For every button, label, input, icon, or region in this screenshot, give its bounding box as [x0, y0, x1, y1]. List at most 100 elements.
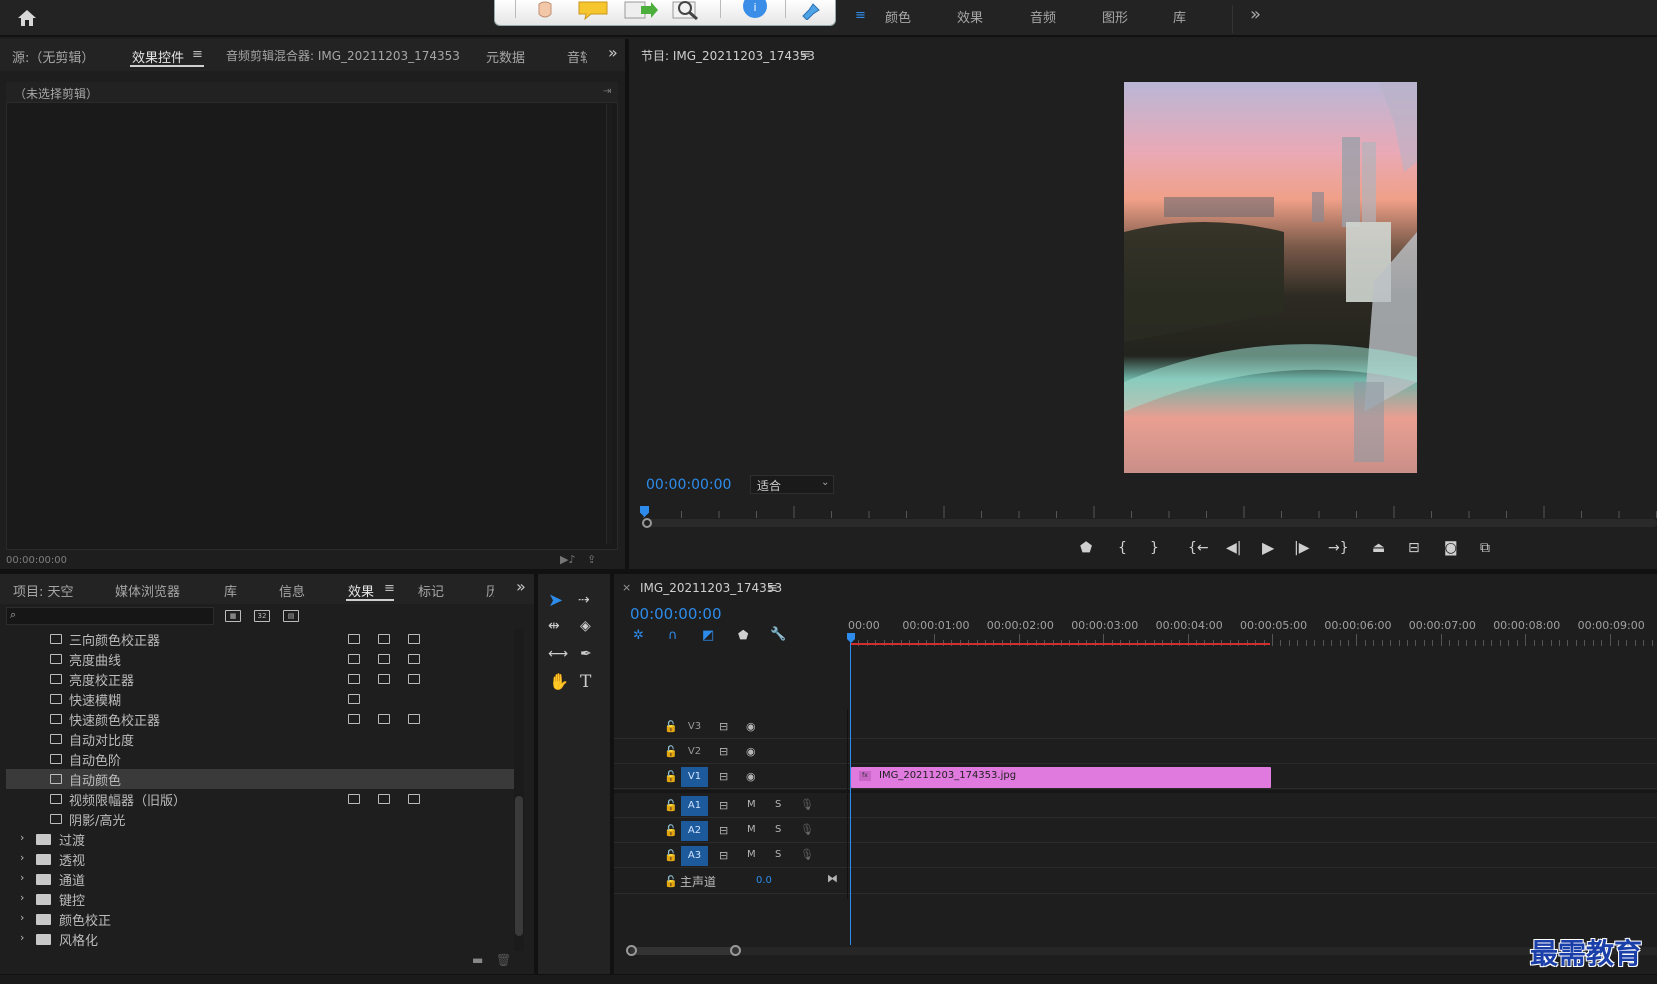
tab-markers[interactable]: 标记 [418, 581, 444, 600]
effects-search-input[interactable]: ⌕ [6, 607, 214, 625]
effect-item[interactable]: 阴影/高光 [6, 809, 515, 829]
timeline-zoom-handle-right[interactable] [730, 945, 741, 956]
effect-item[interactable]: 自动颜色 [6, 769, 515, 789]
tab-media-browser[interactable]: 媒体浏览器 [115, 581, 180, 600]
sequence-menu-icon[interactable]: ≡ [767, 581, 778, 596]
panel-overflow-icon[interactable]: » [608, 43, 618, 62]
eye-icon[interactable]: ◉ [746, 770, 756, 783]
workspace-overflow-icon[interactable]: » [1250, 4, 1261, 25]
solo-button[interactable]: S [775, 824, 781, 835]
chevron-right-icon[interactable]: › [20, 931, 24, 944]
chevron-right-icon[interactable]: › [20, 831, 24, 844]
track-target-a2[interactable]: A2 [681, 821, 708, 841]
effect-item[interactable]: 三向颜色校正器 [6, 629, 515, 649]
sync-lock-icon[interactable]: ⊟ [719, 824, 728, 837]
hand-tool-icon[interactable]: ✋ [549, 672, 569, 691]
workspace-tab-libraries[interactable]: 库 [1173, 7, 1186, 26]
play-icon[interactable]: ▶ [1262, 538, 1274, 557]
effect-item[interactable]: 快速颜色校正器 [6, 709, 515, 729]
add-marker-icon[interactable]: ⬟ [738, 628, 748, 642]
effects-folder-item[interactable]: › 过渡 [6, 829, 515, 849]
eye-icon[interactable]: ◉ [746, 720, 756, 733]
program-zoom-handle[interactable] [642, 518, 652, 528]
yuv-effects-filter-icon[interactable]: ▤ [283, 610, 299, 622]
new-bin-icon[interactable]: ▬ [472, 953, 483, 967]
timeline-settings-icon[interactable]: 🔧 [770, 627, 786, 642]
home-icon[interactable] [16, 8, 38, 28]
tab-info[interactable]: 信息 [279, 581, 305, 600]
step-back-icon[interactable]: ◀| [1226, 540, 1241, 556]
tab-history[interactable]: 历史 [486, 581, 494, 600]
tab-audio-track[interactable]: 音轨 [567, 47, 587, 66]
fit-dropdown[interactable]: 适合 ⌄ [750, 475, 834, 494]
comparison-view-icon[interactable]: ⧉ [1480, 540, 1490, 556]
workspace-tab-color[interactable]: 颜色 [885, 7, 911, 26]
program-monitor-menu-icon[interactable]: ≡ [800, 47, 811, 62]
effect-item[interactable]: 自动对比度 [6, 729, 515, 749]
workspace-tab-audio[interactable]: 音频 [1030, 7, 1056, 26]
master-volume-value[interactable]: 0.0 [756, 875, 772, 886]
video-clip[interactable]: fx IMG_20211203_174353.jpg [851, 767, 1271, 788]
mute-button[interactable]: M [747, 799, 756, 810]
track-target-a3[interactable]: A3 [681, 846, 708, 866]
program-monitor-title[interactable]: 节目: IMG_20211203_174353 [641, 47, 815, 64]
linked-selection-icon[interactable]: ◩ [702, 628, 714, 643]
pen-tool-icon[interactable]: ✒ [580, 646, 592, 662]
tab-source[interactable]: 源:（无剪辑） [12, 47, 94, 66]
info-icon[interactable]: i [741, 0, 769, 20]
track-target-v1[interactable]: V1 [681, 767, 708, 787]
effects-folder-item[interactable]: › 通道 [6, 869, 515, 889]
go-to-in-icon[interactable]: {← [1188, 540, 1209, 556]
chevron-right-icon[interactable]: › [20, 891, 24, 904]
track-header-divider[interactable] [847, 709, 848, 899]
timeline-scrollbar-track[interactable] [628, 947, 1657, 955]
effect-item[interactable]: 亮度校正器 [6, 669, 515, 689]
sync-lock-icon[interactable]: ⊟ [719, 849, 728, 862]
tab-project[interactable]: 项目: 天空 [13, 581, 74, 600]
sync-lock-icon[interactable]: ⊟ [719, 770, 728, 783]
export-icon[interactable] [623, 0, 659, 20]
slip-tool-icon[interactable]: ⟷ [548, 646, 568, 662]
zoom-icon[interactable] [671, 0, 707, 20]
ripple-edit-tool-icon[interactable]: ⇹ [548, 618, 560, 634]
track-target-a1[interactable]: A1 [681, 796, 708, 816]
effect-item[interactable]: 快速模糊 [6, 689, 515, 709]
selection-tool-icon[interactable]: ➤ [548, 590, 570, 612]
effects-folder-item[interactable]: › 风格化 [6, 929, 515, 949]
effect-item[interactable]: 亮度曲线 [6, 649, 515, 669]
chevron-right-icon[interactable]: › [20, 871, 24, 884]
32bit-effects-filter-icon[interactable]: 32 [254, 610, 270, 622]
effects-list-scrollbar-thumb[interactable] [515, 796, 523, 936]
tab-effect-controls-menu-icon[interactable]: ≡ [192, 47, 203, 62]
lock-icon[interactable]: 🔓 [664, 849, 678, 862]
mark-out-icon[interactable]: } [1150, 540, 1159, 556]
program-playhead-timecode[interactable]: 00:00:00:00 [646, 477, 731, 493]
tab-sequence[interactable]: IMG_20211203_174353 [640, 581, 782, 595]
mute-button[interactable]: M [747, 849, 756, 860]
lock-icon[interactable]: 🔓 [664, 824, 678, 837]
effects-folder-item[interactable]: › 键控 [6, 889, 515, 909]
mute-button[interactable]: M [747, 824, 756, 835]
sync-lock-icon[interactable]: ⊟ [719, 745, 728, 758]
lock-icon[interactable]: 🔓 [664, 720, 678, 733]
pin-icon[interactable] [795, 0, 825, 20]
workspace-menu-icon[interactable]: ≡ [855, 8, 866, 23]
microphone-icon[interactable]: 🎙 [800, 823, 814, 836]
export-frame-camera-icon[interactable]: ◙ [1444, 540, 1458, 556]
effect-controls-scrollbar[interactable] [606, 104, 612, 544]
microphone-icon[interactable]: 🎙 [800, 798, 814, 811]
panel-overflow-icon[interactable]: » [516, 577, 526, 596]
razor-tool-icon[interactable]: ◈ [580, 618, 591, 634]
video-audio-divider[interactable] [614, 790, 1657, 793]
export-frame-icon[interactable]: ⇪ [587, 553, 596, 566]
solo-button[interactable]: S [775, 799, 781, 810]
lift-icon[interactable]: ⏏ [1372, 540, 1385, 556]
hand-icon[interactable] [533, 0, 557, 20]
type-tool-icon[interactable]: T [580, 672, 591, 692]
program-zoom-scrollbar[interactable] [646, 519, 1657, 527]
eye-icon[interactable]: ◉ [746, 745, 756, 758]
track-target-v2[interactable]: V2 [681, 742, 708, 762]
track-target-v3[interactable]: V3 [681, 717, 708, 737]
effect-item[interactable]: 自动色阶 [6, 749, 515, 769]
tab-metadata[interactable]: 元数据 [486, 47, 525, 66]
